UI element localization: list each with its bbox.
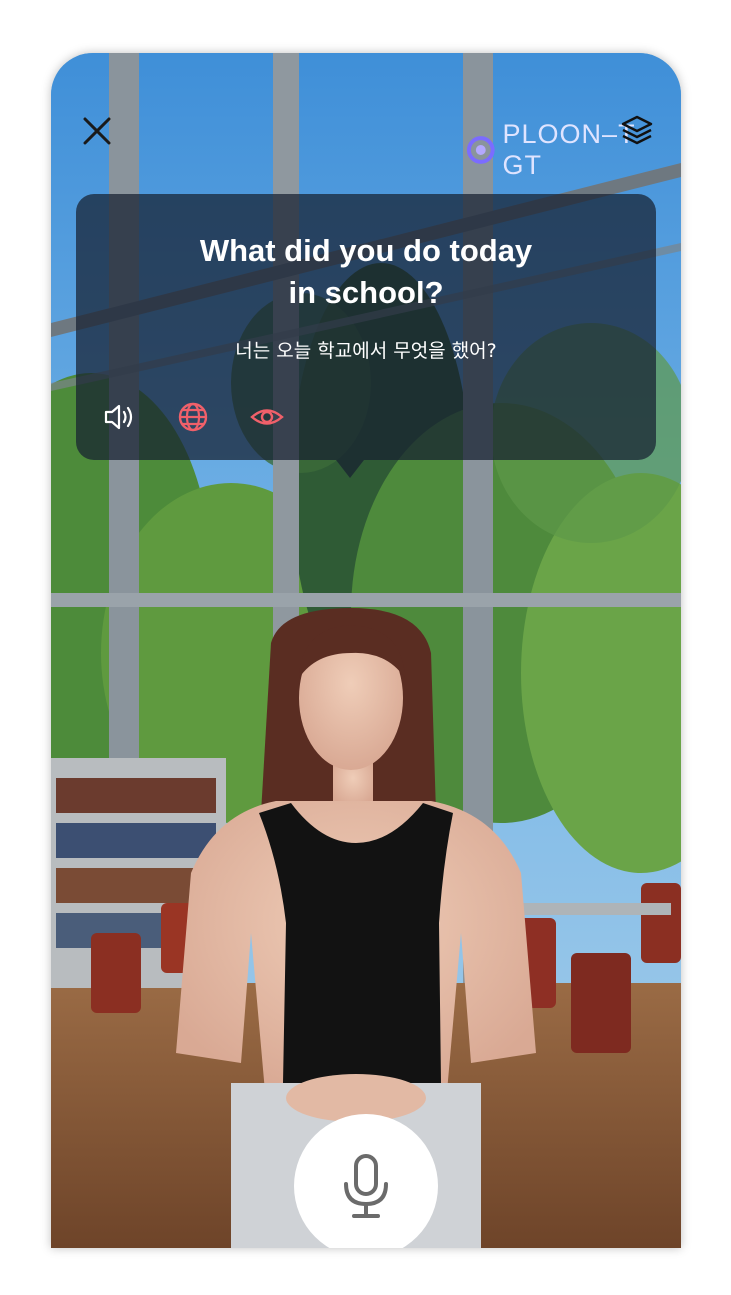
eye-icon[interactable] xyxy=(250,400,284,434)
question-card: What did you do today in school? 너는 오늘 학… xyxy=(76,194,656,460)
globe-icon[interactable] xyxy=(176,400,210,434)
speaker-icon[interactable] xyxy=(102,400,136,434)
question-english-line-2: in school? xyxy=(288,275,444,310)
microphone-button[interactable] xyxy=(294,1114,438,1248)
card-actions xyxy=(102,400,284,434)
logo-mark-icon xyxy=(466,136,495,164)
close-icon[interactable] xyxy=(81,115,113,147)
microphone-icon xyxy=(344,1154,388,1218)
layers-icon[interactable] xyxy=(619,113,655,149)
question-english-line-1: What did you do today xyxy=(199,233,533,268)
question-korean: 너는 오늘 학교에서 무엇을 했어? xyxy=(235,340,497,362)
question-english: What did you do today in school? xyxy=(76,230,656,314)
question-card-pointer xyxy=(336,460,364,478)
phone-screen: PLOON–T GT What did you do today in scho… xyxy=(51,53,681,1248)
top-bar: PLOON–T GT xyxy=(51,53,681,183)
